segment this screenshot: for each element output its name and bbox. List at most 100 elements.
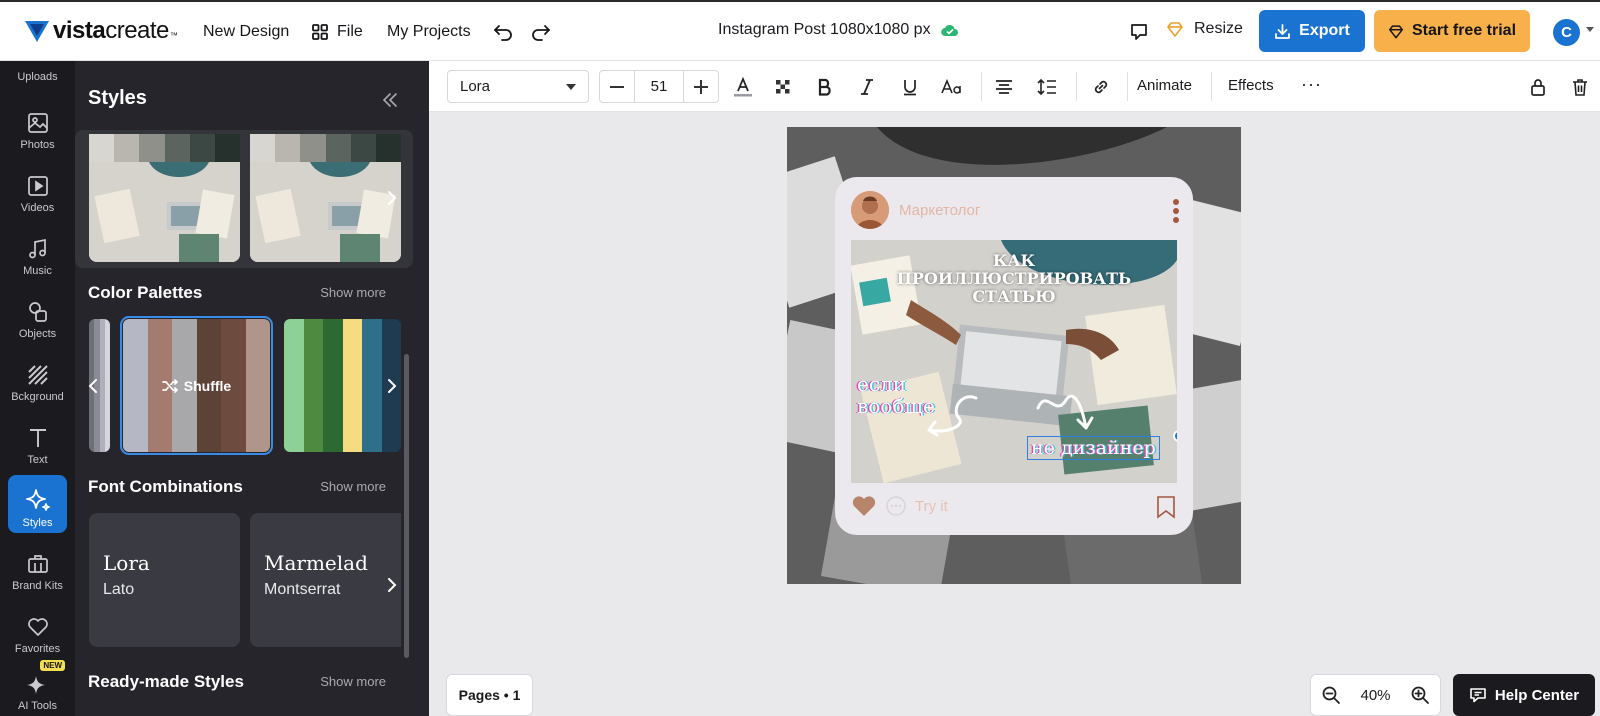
font-combination-card[interactable]: Marmelad Montserrat (250, 513, 401, 647)
logo-text: create (105, 17, 169, 44)
rail-item-styles[interactable]: Styles (8, 475, 67, 533)
bookmark-icon[interactable] (1155, 495, 1177, 519)
palette-swatch (284, 319, 304, 452)
palette-card-selected[interactable]: Shuffle (120, 316, 273, 455)
comments-button[interactable] (1125, 18, 1153, 46)
styles-panel: Styles Color Palettes Show more Shuffle … (75, 61, 429, 716)
post-username[interactable]: Маркетолог (899, 202, 980, 219)
undo-button[interactable] (489, 18, 517, 46)
my-projects-button[interactable]: My Projects (387, 20, 471, 44)
post-image[interactable]: КАК ПРОИЛЛЮСТРИРОВАТЬ СТАТЬЮ если вообще… (851, 240, 1177, 483)
chevron-down-icon[interactable] (1585, 26, 1595, 33)
more-options-button[interactable]: ··· (1301, 74, 1322, 95)
collapse-panel-icon[interactable] (378, 88, 402, 112)
palettes-next-button[interactable] (380, 374, 404, 398)
increase-size-button[interactable] (684, 71, 718, 102)
panel-scroll-area[interactable]: Color Palettes Show more Shuffle Font Co… (75, 130, 415, 716)
text-icon (29, 429, 46, 447)
palettes-prev-button[interactable] (81, 374, 105, 398)
effects-button[interactable]: Effects (1228, 77, 1274, 94)
fonts-next-button[interactable] (380, 573, 404, 597)
font-family-value: Lora (460, 78, 491, 95)
rail-item-text[interactable]: Text (8, 412, 67, 470)
text-toolbar: Lora 51 Animate Effects ··· (429, 61, 1600, 112)
rail-item-videos[interactable]: Videos (8, 160, 67, 218)
palette-swatch (362, 319, 382, 452)
document-title[interactable]: Instagram Post 1080x1080 px (718, 21, 959, 39)
profile-avatar[interactable] (851, 191, 889, 229)
panel-scrollbar[interactable] (404, 354, 409, 658)
toolbar-divider (981, 72, 982, 101)
heading-line: СТАТЬЮ (972, 287, 1056, 306)
rail-item-favorites[interactable]: Favorites (8, 601, 67, 659)
style-preset-card[interactable] (89, 134, 240, 262)
background-pattern-icon (27, 365, 48, 385)
font-combinations-show-more[interactable]: Show more (320, 479, 386, 494)
rail-item-uploads[interactable]: Uploads (0, 71, 75, 83)
shuffle-overlay[interactable]: Shuffle (123, 319, 270, 452)
try-it-text[interactable]: Try it (915, 498, 948, 515)
comment-bubble-icon[interactable] (885, 495, 907, 517)
rail-item-ai-tools[interactable]: NEW AI Tools (8, 658, 67, 716)
help-center-button[interactable]: Help Center (1453, 674, 1595, 716)
file-menu-button[interactable]: File (311, 20, 363, 44)
style-swatch (350, 134, 376, 162)
file-label: File (337, 23, 363, 40)
heart-icon[interactable] (851, 495, 877, 517)
zoom-level[interactable]: 40% (1360, 687, 1390, 704)
text-case-button[interactable] (939, 74, 965, 100)
post-heading-text[interactable]: КАК ПРОИЛЛЮСТРИРОВАТЬ СТАТЬЮ (851, 252, 1177, 306)
resize-button[interactable]: Resize (1166, 20, 1243, 38)
decrease-size-button[interactable] (600, 71, 634, 102)
style-swatch (164, 134, 190, 162)
styles-next-button[interactable] (380, 186, 404, 210)
line-spacing-button[interactable] (1034, 74, 1060, 100)
font-combination-card[interactable]: Lora Lato (89, 513, 240, 647)
photo-icon (27, 113, 48, 133)
chevron-right-icon (388, 578, 397, 592)
bold-button[interactable] (812, 74, 838, 100)
ready-made-show-more[interactable]: Show more (320, 674, 386, 689)
rail-item-objects[interactable]: Objects (8, 286, 67, 344)
chat-icon (1470, 688, 1486, 703)
rail-label: Text (27, 454, 48, 466)
trash-icon (1573, 79, 1587, 96)
font-size-stepper[interactable]: 51 (599, 70, 719, 103)
pages-button[interactable]: Pages • 1 (446, 674, 533, 716)
rail-item-background[interactable]: Bckground (8, 349, 67, 407)
italic-button[interactable] (854, 74, 880, 100)
style-preview-image (250, 162, 401, 262)
line-spacing-icon (1037, 78, 1056, 96)
arrow-doodle-icon (1036, 394, 1094, 430)
style-preset-card[interactable] (250, 134, 401, 262)
redo-button[interactable] (527, 18, 555, 46)
zoom-out-icon[interactable] (1321, 685, 1341, 705)
rail-item-photos[interactable]: Photos (8, 97, 67, 155)
new-design-button[interactable]: New Design (203, 20, 289, 44)
rail-item-brand-kits[interactable]: Brand Kits (8, 538, 67, 596)
user-avatar[interactable]: C (1553, 19, 1580, 46)
text-color-button[interactable] (730, 74, 756, 100)
delete-button[interactable] (1567, 74, 1593, 100)
vistacreate-logo[interactable]: vista create ™ (24, 16, 178, 46)
style-swatch (300, 134, 326, 162)
color-palettes-show-more[interactable]: Show more (320, 285, 386, 300)
start-free-trial-button[interactable]: Start free trial (1374, 10, 1530, 52)
instagram-post-card[interactable]: Маркетолог КАК ПРОИЛЛЮСТРИРОВАТЬ СТАТЬЮ … (835, 177, 1193, 535)
font-size-value[interactable]: 51 (634, 71, 684, 102)
transparency-button[interactable] (770, 74, 796, 100)
link-button[interactable] (1088, 74, 1114, 100)
heading-line: КАК (992, 251, 1036, 270)
post-more-icon[interactable] (1173, 199, 1179, 226)
animate-button[interactable]: Animate (1137, 77, 1192, 94)
font-family-select[interactable]: Lora (447, 70, 589, 103)
rail-item-music[interactable]: Music (8, 223, 67, 281)
export-button[interactable]: Export (1259, 10, 1365, 52)
lock-button[interactable] (1525, 74, 1551, 100)
align-button[interactable] (991, 74, 1017, 100)
zoom-in-icon[interactable] (1410, 685, 1430, 705)
underline-button[interactable] (897, 74, 923, 100)
shapes-icon (28, 302, 47, 322)
selected-text-ne-dizainer[interactable]: не дизайнер (1027, 436, 1160, 460)
design-artboard[interactable]: Маркетолог КАК ПРОИЛЛЮСТРИРОВАТЬ СТАТЬЮ … (787, 127, 1241, 584)
